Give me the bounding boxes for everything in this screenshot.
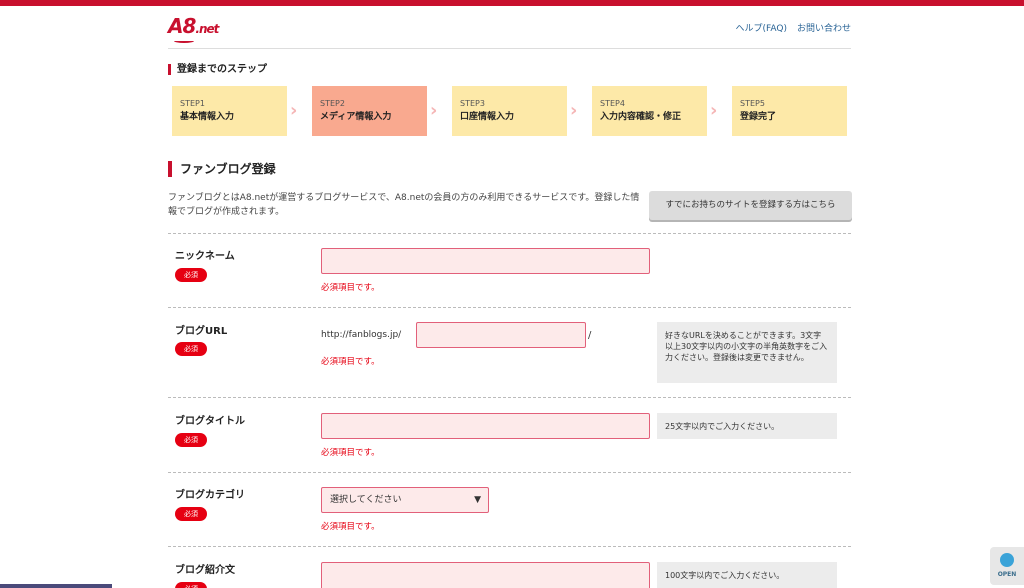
a8net-logo[interactable]: A8.net (168, 14, 228, 43)
section-title: ファンブログ登録 (168, 161, 276, 177)
blog-category-select[interactable]: 選択してください ▼ (321, 487, 489, 513)
bottom-taskbar-strip (0, 584, 112, 588)
form-divider (168, 397, 851, 398)
chevron-right-icon: › (290, 100, 298, 121)
blog-title-label: ブログタイトル (175, 416, 245, 427)
register-existing-site-button[interactable]: すでにお持ちのサイトを登録する方はこちら (649, 191, 852, 220)
blog-url-suffix: / (588, 330, 592, 341)
blog-intro-note: 100文字以内でご入力ください。 (657, 562, 837, 588)
form-divider (168, 233, 851, 234)
form-divider (168, 472, 851, 473)
blog-url-input[interactable] (416, 322, 586, 348)
logo-suffix: .net (195, 22, 219, 36)
step-number: STEP4 (600, 99, 625, 108)
step-label: 口座情報入力 (460, 112, 515, 122)
step-label: メディア情報入力 (320, 112, 392, 122)
step-label: 登録完了 (740, 112, 777, 122)
chevron-right-icon: › (570, 100, 578, 121)
chevron-right-icon: › (430, 100, 438, 121)
blog-intro-label: ブログ紹介文 (175, 565, 235, 576)
required-badge: 必須 (175, 268, 207, 282)
blog-category-selected: 選択してください (330, 495, 402, 505)
intro-text: ファンブログとはA8.netが運営するブログサービスで、A8.netの会員の方の… (168, 193, 640, 217)
step-4: STEP4 入力内容確認・修正 (592, 86, 707, 136)
open-widget-icon (1000, 553, 1014, 567)
open-widget-button[interactable]: OPEN (990, 547, 1024, 585)
blog-url-label: ブログURL (175, 326, 228, 337)
open-widget-label: OPEN (997, 571, 1017, 578)
blog-title-error: 必須項目です。 (321, 448, 380, 458)
step-number: STEP5 (740, 99, 765, 108)
registration-steps: STEP1 基本情報入力 › STEP2 メディア情報入力 › STEP3 口座… (172, 86, 852, 136)
blog-title-note: 25文字以内でご入力ください。 (657, 413, 837, 439)
step-number: STEP3 (460, 99, 485, 108)
logo-text: A8 (168, 14, 196, 38)
top-accent-bar (0, 0, 1024, 6)
form-divider (168, 546, 851, 547)
help-faq-link[interactable]: ヘルプ(FAQ) (736, 21, 787, 34)
blog-category-error: 必須項目です。 (321, 522, 380, 532)
step-2-active: STEP2 メディア情報入力 (312, 86, 427, 136)
blog-title-input[interactable] (321, 413, 650, 439)
blog-url-note: 好きなURLを決めることができます。3文字以上30文字以内の小文字の半角英数字を… (657, 322, 837, 383)
header-links: ヘルプ(FAQ) お問い合わせ (736, 21, 851, 34)
step-1: STEP1 基本情報入力 (172, 86, 287, 136)
nickname-label: ニックネーム (175, 251, 235, 262)
nickname-error: 必須項目です。 (321, 283, 380, 293)
step-number: STEP1 (180, 99, 205, 108)
step-label: 基本情報入力 (180, 112, 235, 122)
form-divider (168, 307, 851, 308)
steps-heading: 登録までのステップ (168, 64, 267, 75)
required-badge: 必須 (175, 582, 207, 588)
header-divider (168, 48, 851, 49)
blog-intro-textarea[interactable] (321, 562, 650, 588)
step-3: STEP3 口座情報入力 (452, 86, 567, 136)
nickname-input[interactable] (321, 248, 650, 274)
logo-swoosh-icon (174, 39, 194, 43)
step-number: STEP2 (320, 99, 345, 108)
blog-category-label: ブログカテゴリ (175, 490, 245, 501)
contact-link[interactable]: お問い合わせ (797, 21, 851, 34)
required-badge: 必須 (175, 507, 207, 521)
step-5: STEP5 登録完了 (732, 86, 847, 136)
blog-url-error: 必須項目です。 (321, 357, 380, 367)
dropdown-caret-icon: ▼ (474, 495, 481, 505)
chevron-right-icon: › (710, 100, 718, 121)
step-label: 入力内容確認・修正 (600, 112, 682, 122)
required-badge: 必須 (175, 342, 207, 356)
required-badge: 必須 (175, 433, 207, 447)
blog-url-prefix: http://fanblogs.jp/ (321, 330, 402, 340)
